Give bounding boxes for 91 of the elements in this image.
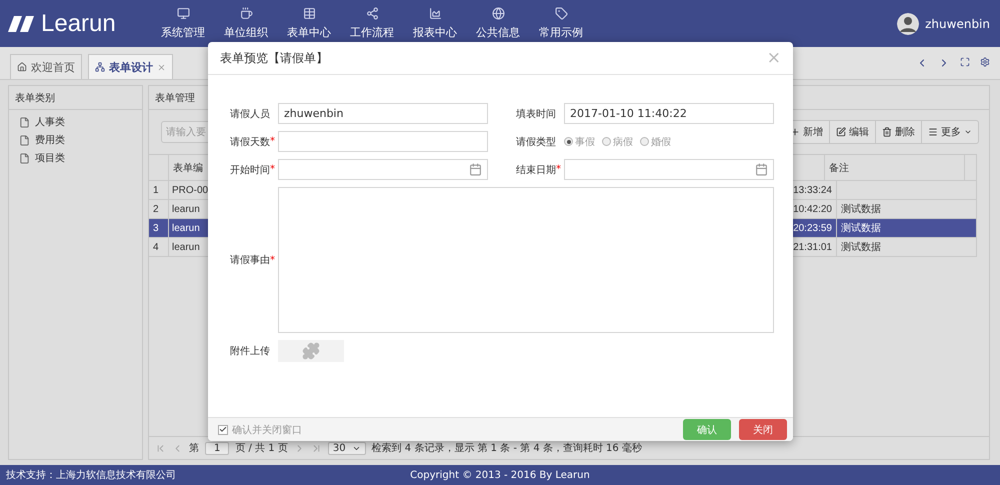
tag-icon xyxy=(554,7,568,20)
pager-text: 页 / 共 1 页 xyxy=(235,442,288,455)
close-button[interactable]: 关闭 xyxy=(739,419,787,440)
table-cell: learun xyxy=(172,204,200,214)
toolbar-button[interactable]: 删除 xyxy=(876,121,922,143)
support-text: 技术支持：上海力软信息技术有限公司 xyxy=(6,468,177,482)
dialog-title: 表单预览【请假单】 xyxy=(220,50,328,66)
globe-icon xyxy=(492,7,504,20)
field-label: 请假事由 xyxy=(230,254,270,267)
input-field[interactable]: 2017-01-10 11:40:22 xyxy=(564,103,774,124)
field-label: 附件上传 xyxy=(230,344,271,358)
last-page-icon xyxy=(310,442,322,454)
calendar-icon xyxy=(755,163,768,176)
avatar[interactable] xyxy=(897,12,920,34)
tab[interactable]: 表单设计 xyxy=(88,54,173,79)
column-header[interactable]: 备注 xyxy=(829,160,849,174)
upload-button[interactable] xyxy=(278,340,344,362)
calendar-icon xyxy=(469,163,482,176)
date-field[interactable] xyxy=(278,159,488,180)
caret-icon xyxy=(964,128,972,136)
pager-summary: 检索到 4 条记录，显示 第 1 条 - 第 4 条，查询耗时 16 毫秒 xyxy=(372,442,642,455)
field-label: 请假天数 xyxy=(230,136,270,148)
table-cell: learun xyxy=(172,242,200,252)
table-cell-text: 测试数据 xyxy=(841,222,881,235)
table-cell: 10:42:20 xyxy=(793,204,832,214)
settings-icon xyxy=(980,57,990,67)
file-icon xyxy=(19,116,30,128)
sitemap-icon xyxy=(95,62,105,72)
user-name[interactable]: zhuwenbin xyxy=(925,16,990,30)
nav-item[interactable]: 报表中心 xyxy=(410,7,460,40)
file-icon xyxy=(19,134,30,146)
file-icon xyxy=(19,152,30,164)
tree-item[interactable]: 人事类 xyxy=(9,113,142,131)
input-field[interactable] xyxy=(278,131,488,152)
page-field[interactable]: 1 xyxy=(205,442,230,454)
table-cell: PRO-00 xyxy=(172,184,208,196)
input-field[interactable]: zhuwenbin xyxy=(278,103,488,124)
table-cell: 21:31:01 xyxy=(793,242,832,252)
table-cell: learun xyxy=(172,222,200,234)
share-icon xyxy=(366,7,378,20)
row-number: 4 xyxy=(153,242,159,252)
field-label: 请假类型 xyxy=(516,136,557,148)
field-label: 请假人员 xyxy=(230,108,271,120)
first-page-icon xyxy=(155,442,166,454)
nav-item[interactable]: 系统管理 xyxy=(158,7,208,40)
nav-item[interactable]: 单位组织 xyxy=(221,7,271,40)
edit-icon xyxy=(836,127,846,137)
field-label: 结束日期 xyxy=(516,164,556,176)
table-cell-text: 测试数据 xyxy=(841,240,881,254)
tab[interactable]: 欢迎首页 xyxy=(10,54,82,79)
expand-icon xyxy=(960,57,970,67)
toolbar-button[interactable]: 编辑 xyxy=(830,121,876,143)
table-cell: 20:23:59 xyxy=(793,222,832,234)
nav-item[interactable]: 常用示例 xyxy=(536,7,586,40)
plus-icon xyxy=(790,127,800,137)
required-mark: * xyxy=(270,254,276,266)
logo: Learun xyxy=(41,10,116,38)
field-label: 填表时间 xyxy=(516,108,557,120)
row-number: 2 xyxy=(153,204,159,214)
row-number: 3 xyxy=(153,222,159,234)
panel-title: 表单类别 xyxy=(15,92,55,104)
check-icon xyxy=(219,425,227,434)
puzzle-icon xyxy=(302,342,320,360)
nav-item[interactable]: 工作流程 xyxy=(347,7,397,40)
tree-item[interactable]: 费用类 xyxy=(9,131,142,149)
required-mark: * xyxy=(270,136,276,147)
required-mark: * xyxy=(556,164,562,175)
cup-icon xyxy=(240,7,252,20)
tree-item[interactable]: 项目类 xyxy=(9,149,142,167)
toolbar-button[interactable]: 更多 xyxy=(922,121,978,143)
pager-text: 第 xyxy=(189,442,199,455)
nav-item[interactable]: 表单中心 xyxy=(284,7,334,40)
menu-icon xyxy=(928,127,938,137)
page-size-select[interactable]: 30 xyxy=(328,442,366,454)
monitor-icon xyxy=(176,7,190,20)
trash-icon xyxy=(882,127,892,137)
panel-title: 表单管理 xyxy=(155,92,195,104)
date-field[interactable] xyxy=(564,159,774,180)
column-header[interactable]: 表单编 xyxy=(173,160,203,174)
chart-icon xyxy=(428,7,442,20)
field-label: 开始时间 xyxy=(230,164,270,176)
table-cell-text: 测试数据 xyxy=(841,202,881,216)
table-cell: 13:33:24 xyxy=(793,184,832,196)
table-icon xyxy=(302,7,316,20)
copyright-text: Copyright © 2013 - 2016 By Learun xyxy=(410,470,590,480)
required-mark: * xyxy=(270,164,276,175)
nav-item[interactable]: 公共信息 xyxy=(473,7,523,40)
close-icon[interactable] xyxy=(157,62,166,72)
row-number: 1 xyxy=(153,184,159,196)
home-icon xyxy=(17,62,27,72)
text-area[interactable] xyxy=(278,187,774,333)
